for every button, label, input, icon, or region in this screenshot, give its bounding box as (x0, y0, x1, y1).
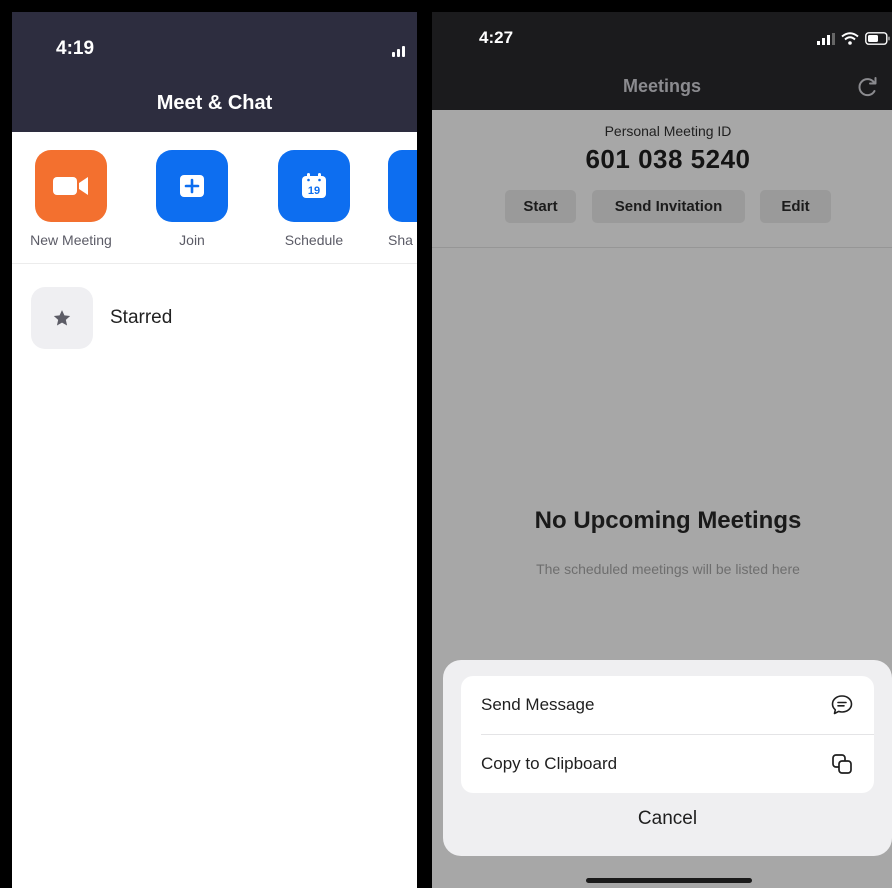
video-camera-icon (35, 150, 107, 222)
meetings-screen: 4:27 Meetings Personal Meeting ID 601 03… (432, 12, 892, 888)
page-title: Meet & Chat (156, 92, 273, 114)
join-button[interactable]: Join (144, 150, 240, 248)
meetings-header: 4:27 Meetings (432, 12, 892, 110)
wifi-icon (841, 32, 859, 45)
meet-chat-screen: 4:19 Meet & Chat New Meeting Join 19 Sch… (12, 12, 417, 888)
battery-icon (865, 32, 890, 45)
status-time: 4:19 (56, 38, 95, 59)
quick-actions: New Meeting Join 19 Schedule Sha (12, 132, 417, 264)
share-label: Sha (388, 232, 413, 248)
status-icons (817, 32, 891, 45)
status-time: 4:27 (479, 28, 514, 47)
action-sheet: Send Message Copy to Clipboard Cancel (443, 660, 892, 856)
schedule-button[interactable]: 19 Schedule (266, 150, 362, 248)
send-invitation-button[interactable]: Send Invitation (592, 190, 745, 223)
action-sheet-options: Send Message Copy to Clipboard (461, 676, 874, 793)
refresh-icon[interactable] (856, 76, 878, 103)
share-icon (388, 150, 417, 222)
starred-item[interactable]: Starred (31, 287, 172, 349)
page-title: Meetings (622, 76, 701, 96)
send-message-label: Send Message (481, 695, 595, 714)
empty-state-subtitle: The scheduled meetings will be listed he… (536, 561, 800, 577)
calendar-icon: 19 (278, 150, 350, 222)
divider (432, 247, 892, 248)
signal-icon (817, 32, 835, 45)
copy-icon (832, 754, 852, 774)
new-meeting-button[interactable]: New Meeting (23, 150, 119, 248)
personal-meeting-id-label: Personal Meeting ID (604, 123, 732, 139)
copy-to-clipboard-label: Copy to Clipboard (481, 754, 618, 773)
meet-chat-header: 4:19 Meet & Chat (12, 12, 417, 132)
new-meeting-label: New Meeting (30, 232, 112, 248)
start-button[interactable]: Start (505, 190, 576, 223)
home-indicator (586, 878, 752, 883)
calendar-day: 19 (308, 185, 320, 197)
cancel-button[interactable]: Cancel (443, 808, 892, 830)
send-message-option[interactable]: Send Message (461, 676, 874, 734)
edit-button[interactable]: Edit (760, 190, 831, 223)
starred-label: Starred (110, 307, 173, 328)
copy-to-clipboard-option[interactable]: Copy to Clipboard (461, 735, 874, 793)
star-icon (31, 287, 93, 349)
personal-meeting-id: 601 038 5240 (585, 144, 751, 174)
empty-state-title: No Upcoming Meetings (534, 507, 802, 534)
join-icon (156, 150, 228, 222)
share-screen-button[interactable]: Sha (388, 150, 417, 248)
schedule-label: Schedule (284, 232, 344, 248)
join-label: Join (179, 232, 205, 248)
message-icon (831, 695, 853, 715)
signal-icon (392, 46, 405, 57)
